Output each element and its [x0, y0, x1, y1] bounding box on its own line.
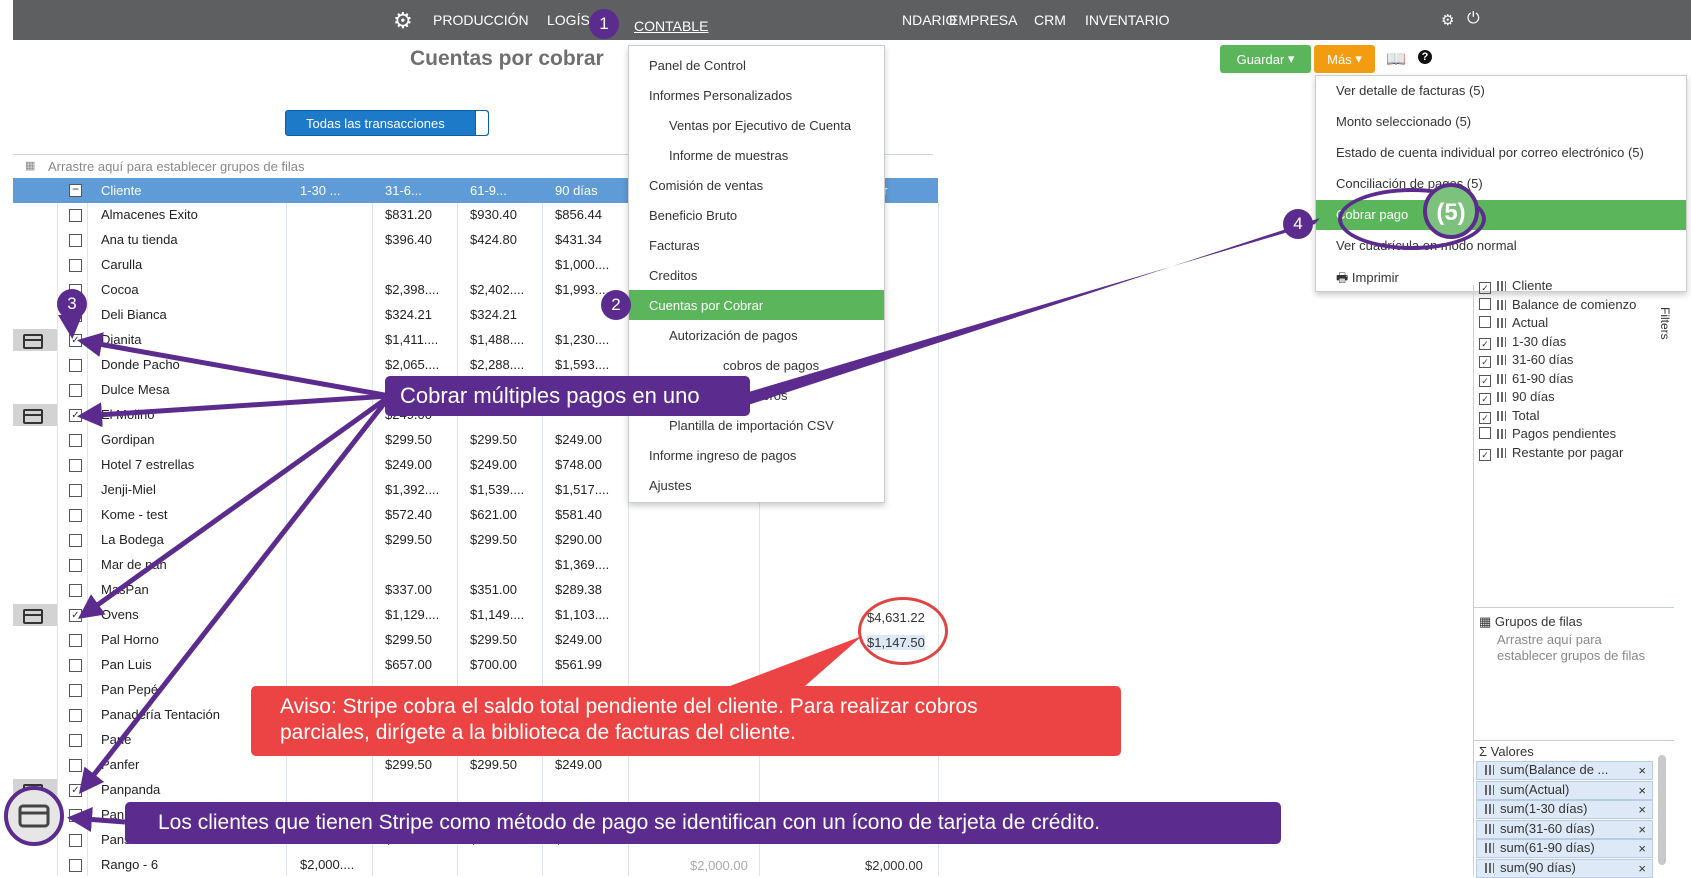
callout-stripe-text: Los clientes que tienen Stripe como méto… [158, 811, 1101, 834]
callout-multi-text: Cobrar múltiples pagos en uno [400, 383, 700, 408]
step-badge-4: 4 [1283, 209, 1313, 239]
notice-line-2: parciales, dirígete a la biblioteca de f… [280, 721, 796, 744]
step-badge-2: 2 [601, 290, 631, 320]
callout-multiple-payments: Cobrar múltiples pagos en uno [385, 376, 750, 416]
callout-stripe-card: Los clientes que tienen Stripe como méto… [125, 802, 1281, 844]
step-badge-3: 3 [57, 289, 87, 319]
step-badge-1: 1 [589, 9, 619, 39]
notice-line-1: Aviso: Stripe cobra el saldo total pendi… [280, 695, 978, 718]
card-icon [14, 790, 15, 791]
callout-stripe-notice: Aviso: Stripe cobra el saldo total pendi… [251, 686, 1121, 756]
